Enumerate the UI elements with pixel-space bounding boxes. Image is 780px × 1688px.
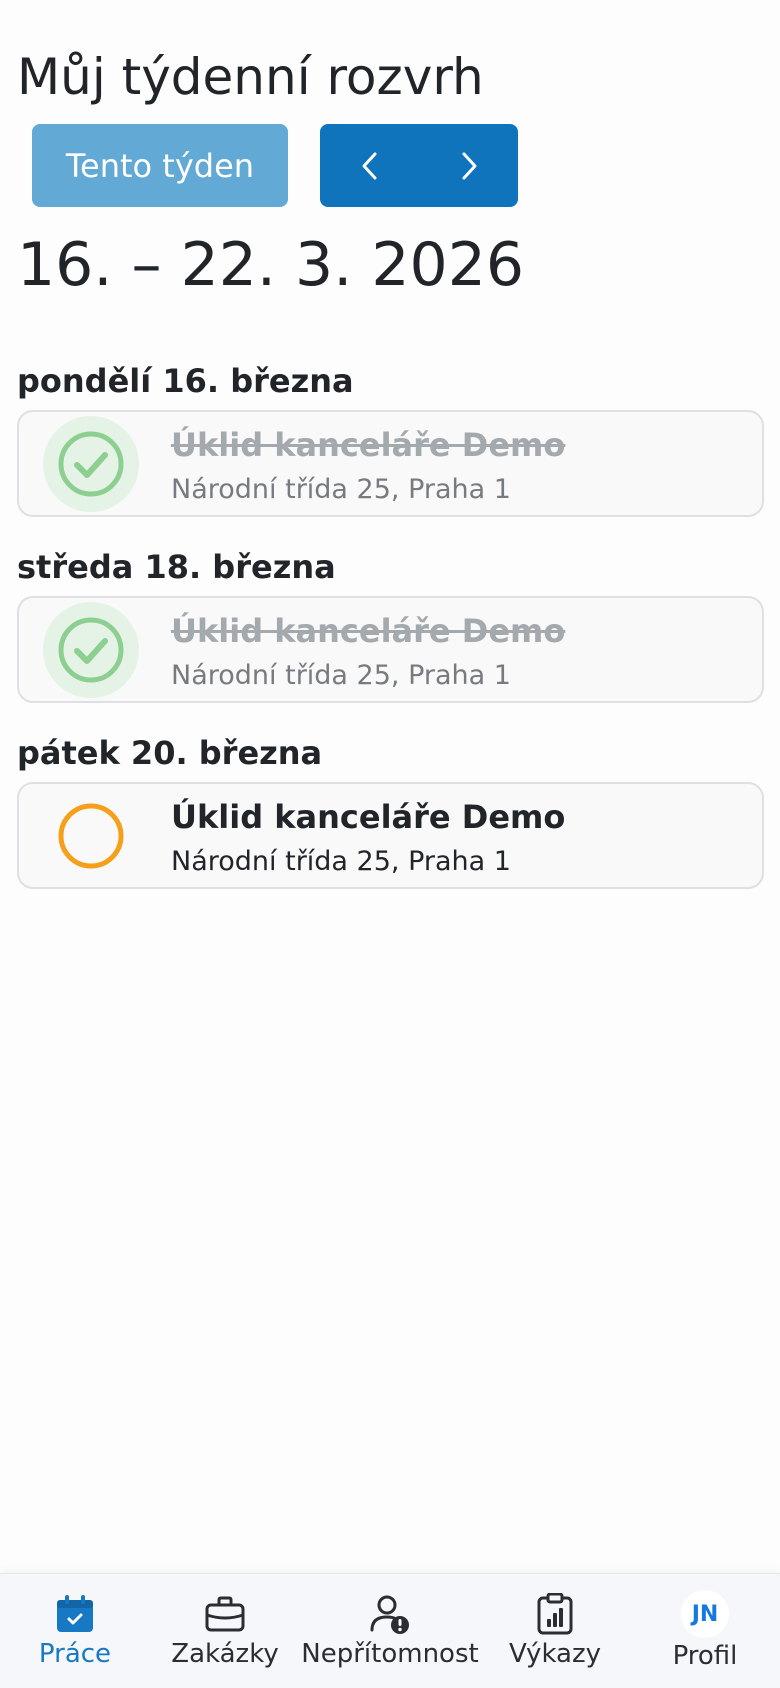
person-alert-icon [369, 1594, 411, 1634]
week-navigation [320, 124, 518, 207]
day-section: pátek 20. března Úklid kanceláře Demo Ná… [17, 730, 764, 889]
day-heading: středa 18. března [17, 548, 336, 586]
nav-label: Zakázky [171, 1639, 279, 1669]
job-title: Úklid kanceláře Demo [171, 426, 566, 464]
day-heading: pátek 20. března [17, 734, 323, 772]
nav-item-profil[interactable]: JN Profil [630, 1574, 780, 1688]
job-card[interactable]: Úklid kanceláře Demo Národní třída 25, P… [17, 782, 764, 889]
chevron-right-icon [462, 152, 476, 179]
this-week-button[interactable]: Tento týden [32, 124, 288, 207]
clipboard-chart-icon [535, 1593, 575, 1635]
this-week-button-label: Tento týden [65, 146, 255, 185]
day-section: pondělí 16. března Úklid kanceláře Demo … [17, 358, 764, 517]
day-heading: pondělí 16. března [17, 362, 354, 400]
avatar-initials: JN [681, 1590, 729, 1638]
week-range: 16. – 22. 3. 2026 [17, 230, 525, 300]
check-circle-icon[interactable] [43, 415, 139, 512]
chevron-left-icon [362, 152, 376, 179]
bottom-nav: Práce Zakázky Nepřítomnost Výkazy JN Pro… [0, 1573, 780, 1688]
job-card[interactable]: Úklid kanceláře Demo Národní třída 25, P… [17, 410, 764, 517]
nav-item-vykazy[interactable]: Výkazy [480, 1574, 630, 1688]
nav-item-nepritomnost[interactable]: Nepřítomnost [300, 1574, 480, 1688]
job-title: Úklid kanceláře Demo [171, 612, 566, 650]
avatar: JN [681, 1590, 729, 1638]
job-address: Národní třída 25, Praha 1 [171, 846, 511, 877]
nav-item-prace[interactable]: Práce [0, 1574, 150, 1688]
job-card[interactable]: Úklid kanceláře Demo Národní třída 25, P… [17, 596, 764, 703]
nav-label: Práce [38, 1639, 112, 1669]
nav-item-zakazky[interactable]: Zakázky [150, 1574, 300, 1688]
previous-week-button[interactable] [320, 124, 419, 207]
check-circle-icon[interactable] [43, 601, 139, 698]
calendar-check-icon [55, 1594, 95, 1634]
job-title: Úklid kanceláře Demo [171, 798, 566, 836]
nav-label: Výkazy [508, 1639, 602, 1669]
nav-label: Nepřítomnost [301, 1639, 479, 1669]
next-week-button[interactable] [419, 124, 518, 207]
nav-label: Profil [672, 1641, 738, 1671]
empty-circle-icon[interactable] [43, 788, 139, 884]
briefcase-icon [204, 1594, 246, 1634]
day-section: středa 18. března Úklid kanceláře Demo N… [17, 544, 764, 703]
job-address: Národní třída 25, Praha 1 [171, 474, 511, 505]
page-title: Můj týdenní rozvrh [17, 48, 484, 106]
job-address: Národní třída 25, Praha 1 [171, 660, 511, 691]
